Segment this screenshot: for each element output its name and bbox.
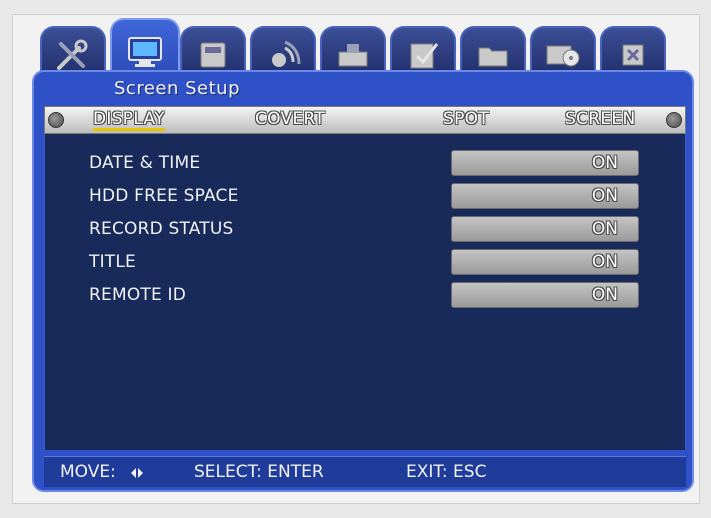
tab-covert[interactable]: COVERT: [255, 109, 325, 129]
setting-label: TITLE: [89, 252, 136, 272]
tab-spot[interactable]: SPOT: [443, 109, 489, 129]
screen-setup-window: Screen Setup DISPLAY COVERT SPOT SCREEN …: [32, 70, 694, 492]
setting-toggle[interactable]: ON: [451, 249, 639, 275]
setting-label: DATE & TIME: [89, 153, 201, 173]
prev-tab-icon[interactable]: [48, 112, 64, 128]
left-right-arrows-icon: [131, 468, 143, 478]
move-hint: MOVE:: [60, 462, 116, 482]
setting-toggle[interactable]: ON: [451, 183, 639, 209]
tab-display[interactable]: DISPLAY: [93, 109, 165, 131]
network-icon: [272, 40, 301, 67]
exit-hint: EXIT: ESC: [406, 462, 487, 482]
checklist-icon: [410, 43, 439, 69]
setting-label: REMOTE ID: [89, 285, 187, 305]
tab-screen[interactable]: SCREEN: [565, 109, 635, 129]
setting-toggle[interactable]: ON: [451, 150, 639, 176]
subtab-bar: DISPLAY COVERT SPOT SCREEN: [44, 106, 686, 134]
setting-toggle[interactable]: ON: [451, 216, 639, 242]
setting-row: DATE & TIME ON: [45, 150, 685, 178]
setting-label: RECORD STATUS: [89, 219, 234, 239]
folder-icon: [478, 47, 508, 67]
setting-toggle[interactable]: ON: [451, 282, 639, 308]
device-icon: [338, 44, 368, 67]
setting-label: HDD FREE SPACE: [89, 186, 239, 206]
next-tab-icon[interactable]: [666, 112, 682, 128]
status-bar: MOVE: SELECT: ENTER EXIT: ESC: [44, 456, 686, 487]
tools-icon: [57, 39, 88, 70]
monitor-icon: [128, 37, 162, 67]
select-hint: SELECT: ENTER: [194, 462, 324, 482]
setting-row: HDD FREE SPACE ON: [45, 183, 685, 211]
window-title: Screen Setup: [114, 78, 240, 99]
settings-panel: DATE & TIME ON HDD FREE SPACE ON RECORD …: [44, 134, 686, 450]
backup-icon: [546, 45, 580, 67]
setting-row: TITLE ON: [45, 249, 685, 277]
setting-row: RECORD STATUS ON: [45, 216, 685, 244]
exit-icon: [622, 44, 644, 66]
setting-row: REMOTE ID ON: [45, 282, 685, 310]
hdd-icon: [200, 42, 226, 68]
